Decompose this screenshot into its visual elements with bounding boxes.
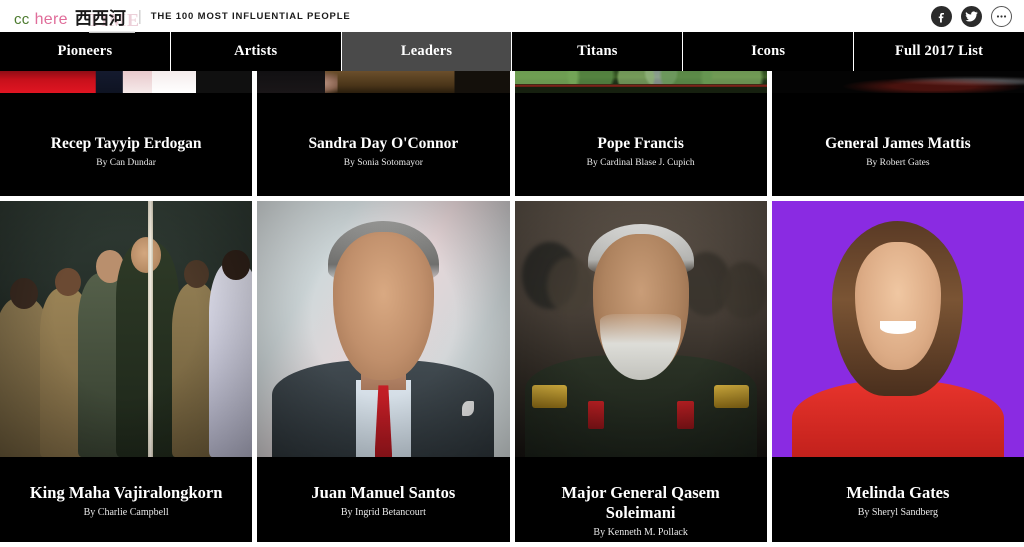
profile-card-oconnor[interactable]: Sandra Day O'Connor By Sonia Sotomayor: [257, 71, 510, 196]
photo-scene: [771, 71, 1024, 93]
profile-grid-row-2: King Maha Vajiralongkorn By Charlie Camp…: [0, 201, 1024, 542]
profile-author: By Can Dundar: [96, 157, 156, 168]
profile-card-king-maha[interactable]: King Maha Vajiralongkorn By Charlie Camp…: [0, 201, 253, 542]
photo-scene: [514, 201, 767, 457]
nav-label: Icons: [751, 43, 786, 59]
nav-label: Full 2017 List: [894, 43, 984, 59]
profile-author: By Ingrid Betancourt: [340, 506, 426, 518]
profile-author: By Cardinal Blase J. Cupich: [586, 157, 695, 168]
profile-photo-oconnor: [257, 71, 510, 93]
profile-photo-king-maha: [0, 201, 253, 457]
nav-label: Artists: [234, 43, 278, 59]
profile-name: Pope Francis: [597, 135, 684, 152]
profile-photo-pope-francis: [514, 71, 767, 93]
profile-photo-juan-manuel-santos: [257, 201, 510, 457]
profile-photo-qasem-soleimani: [514, 201, 767, 457]
brand-chinese-text: 西西河: [74, 8, 126, 29]
profile-caption: Major General Qasem Soleimani By Kenneth…: [514, 457, 767, 542]
site-tagline: THE 100 MOST INFLUENTIAL PEOPLE: [150, 10, 351, 22]
profile-author: By Charlie Campbell: [83, 506, 169, 518]
nav-item-pioneers[interactable]: Pioneers: [0, 32, 171, 71]
photo-scene: [771, 201, 1024, 457]
photo-scene: [0, 71, 253, 93]
profile-caption: Melinda Gates By Sheryl Sandberg: [771, 457, 1024, 542]
profile-author: By Robert Gates: [866, 157, 930, 168]
profile-caption: King Maha Vajiralongkorn By Charlie Camp…: [0, 457, 253, 542]
nav-item-leaders[interactable]: Leaders: [341, 32, 513, 71]
profile-caption: Pope Francis By Cardinal Blase J. Cupich: [514, 93, 767, 196]
facebook-icon[interactable]: [931, 5, 952, 27]
profile-card-erdogan[interactable]: Recep Tayyip Erdogan By Can Dundar: [0, 71, 253, 196]
time-watermark-underline: [89, 30, 135, 33]
profile-card-melinda-gates[interactable]: Melinda Gates By Sheryl Sandberg: [771, 201, 1024, 542]
profile-author: By Sonia Sotomayor: [343, 157, 423, 168]
header-divider: |: [137, 7, 142, 25]
profile-caption: Recep Tayyip Erdogan By Can Dundar: [0, 93, 253, 196]
profile-card-mattis[interactable]: General James Mattis By Robert Gates: [771, 71, 1024, 196]
profile-name: Recep Tayyip Erdogan: [50, 135, 202, 152]
nav-label: Pioneers: [57, 43, 113, 59]
profile-photo-mattis: [771, 71, 1024, 93]
social-share-group: [931, 5, 1012, 27]
photo-scene: [257, 71, 510, 93]
site-header: cc here TIME 西西河 | THE 100 MOST INFLUENT…: [0, 0, 1024, 33]
nav-label: Leaders: [400, 43, 453, 59]
profile-card-juan-manuel-santos[interactable]: Juan Manuel Santos By Ingrid Betancourt: [257, 201, 510, 542]
profile-name: Juan Manuel Santos: [311, 483, 456, 502]
profile-name: Major General Qasem Soleimani: [561, 483, 720, 522]
profile-name: Melinda Gates: [846, 483, 950, 502]
profile-author: By Kenneth M. Pollack: [593, 526, 688, 538]
nav-item-artists[interactable]: Artists: [171, 32, 342, 71]
profile-grid-row-1: Recep Tayyip Erdogan By Can Dundar Sandr…: [0, 71, 1024, 196]
nav-item-titans[interactable]: Titans: [512, 32, 684, 71]
profile-name: King Maha Vajiralongkorn: [29, 483, 223, 502]
nav-item-icons[interactable]: Icons: [683, 32, 855, 71]
photo-scene: [514, 71, 767, 93]
twitter-icon[interactable]: [961, 5, 982, 27]
profile-caption: Sandra Day O'Connor By Sonia Sotomayor: [257, 93, 510, 196]
nav-label: Titans: [577, 43, 618, 59]
photo-scene: [257, 201, 510, 457]
brand-here-text: here: [34, 10, 68, 28]
category-nav: Pioneers Artists Leaders Titans Icons Fu…: [0, 32, 1024, 71]
profile-author: By Sheryl Sandberg: [857, 506, 939, 518]
profile-photo-erdogan: [0, 71, 253, 93]
more-options-icon[interactable]: [991, 5, 1012, 27]
brand-logo[interactable]: cc here TIME 西西河: [14, 4, 139, 33]
profile-card-qasem-soleimani[interactable]: Major General Qasem Soleimani By Kenneth…: [514, 201, 767, 542]
profile-caption: Juan Manuel Santos By Ingrid Betancourt: [257, 457, 510, 542]
profile-photo-melinda-gates: [771, 201, 1024, 457]
profile-name: Sandra Day O'Connor: [308, 135, 459, 152]
profile-card-pope-francis[interactable]: Pope Francis By Cardinal Blase J. Cupich: [514, 71, 767, 196]
profile-caption: General James Mattis By Robert Gates: [771, 93, 1024, 196]
photo-scene: [0, 201, 253, 457]
brand-cc-text: cc: [14, 10, 30, 28]
profile-name: General James Mattis: [825, 135, 971, 152]
nav-item-full-list[interactable]: Full 2017 List: [854, 32, 1024, 71]
